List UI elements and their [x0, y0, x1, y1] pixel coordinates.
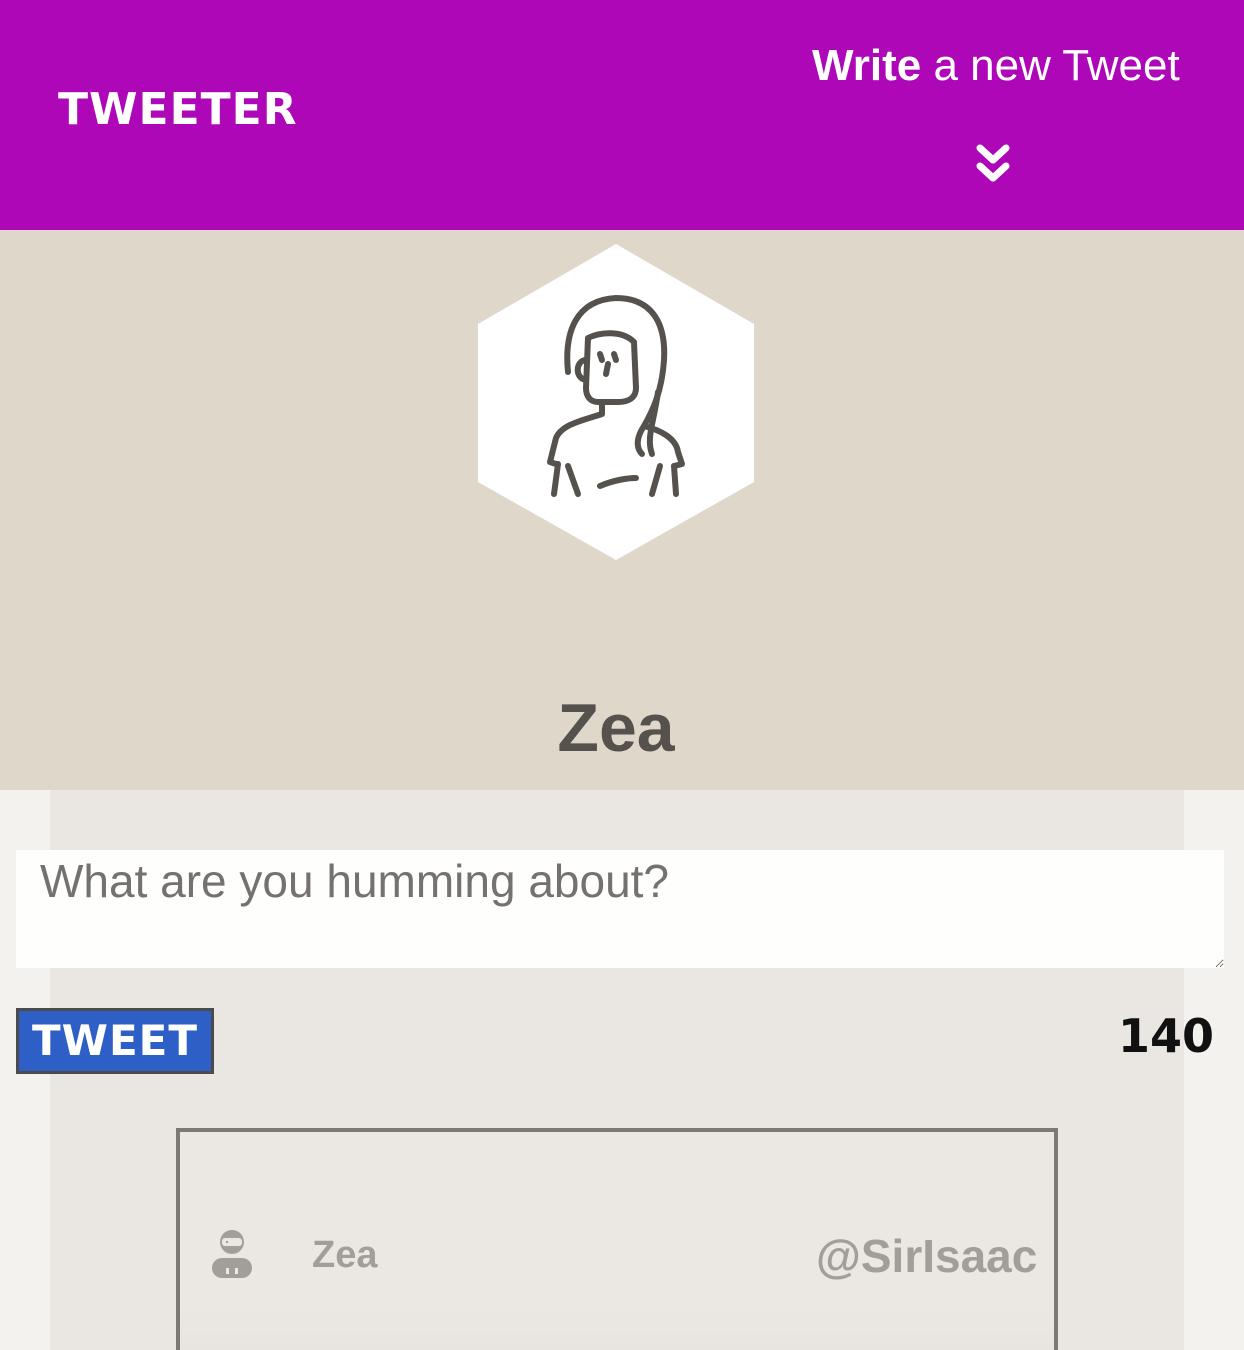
tweet-input[interactable] [16, 850, 1224, 968]
woman-avatar-icon [478, 244, 754, 560]
write-label: Write [812, 41, 922, 90]
page: TWEETER Write a new Tweet Zea What are y… [0, 0, 1244, 1350]
tweet-author-name: Zea [312, 1234, 378, 1276]
robot-avatar-icon [212, 1230, 252, 1278]
profile-name: Zea [557, 690, 675, 766]
brand-logo[interactable]: TWEETER [58, 84, 298, 136]
new-tweet-label: a new Tweet [933, 41, 1180, 90]
double-chevron-down-icon[interactable] [972, 142, 1014, 186]
tweet-author-handle[interactable]: @SirIsaac [816, 1230, 1037, 1282]
profile-header: Zea [0, 230, 1244, 790]
char-counter: 140 [1117, 1009, 1214, 1063]
write-new-tweet-heading[interactable]: Write a new Tweet [812, 40, 1192, 92]
tweet-button[interactable]: TWEET [16, 1008, 214, 1074]
top-nav: TWEETER Write a new Tweet [0, 0, 1244, 230]
